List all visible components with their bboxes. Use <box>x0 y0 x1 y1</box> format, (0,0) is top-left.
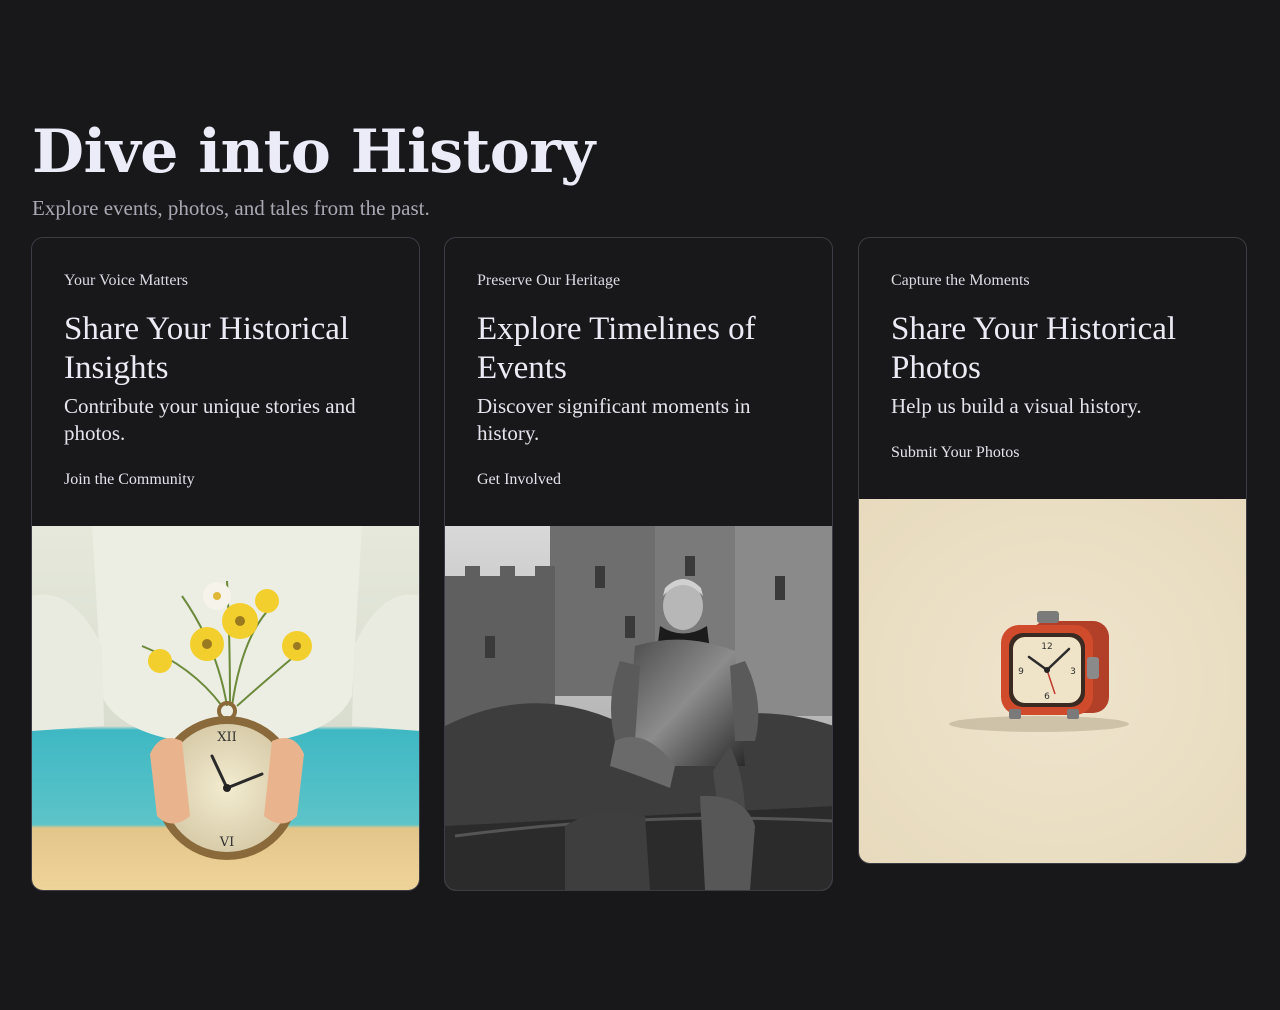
card-eyebrow: Your Voice Matters <box>64 272 189 289</box>
card-title: Share Your Historical Photos <box>891 311 1177 386</box>
svg-text:12: 12 <box>1041 642 1052 652</box>
svg-text:VI: VI <box>219 835 235 850</box>
card-description: Contribute your unique stories and photo… <box>64 394 356 445</box>
hero-section: Dive into History Explore events, photos… <box>32 112 1248 222</box>
join-community-link[interactable]: Join the Community <box>64 469 195 491</box>
card-title: Explore Timelines of Events <box>477 311 756 386</box>
card-eyebrow: Capture the Moments <box>891 272 1030 289</box>
cards-grid: Your Voice Matters Share Your Historical… <box>31 237 1249 891</box>
svg-text:9: 9 <box>1018 667 1024 677</box>
card-share-photos: Capture the Moments Share Your Historica… <box>858 237 1247 864</box>
svg-text:3: 3 <box>1070 667 1076 677</box>
red-clock-illustration: 12 3 6 9 <box>859 499 1246 863</box>
pocket-watch-flowers-image: XII III VI IX <box>32 526 419 890</box>
card-description: Discover significant moments in history. <box>477 394 751 445</box>
card-description: Help us build a visual history. <box>891 394 1142 418</box>
card-eyebrow: Preserve Our Heritage <box>477 272 621 289</box>
knight-castle-image <box>445 526 832 890</box>
submit-photos-link[interactable]: Submit Your Photos <box>891 442 1020 464</box>
get-involved-link[interactable]: Get Involved <box>477 469 561 491</box>
page-title: Dive into History <box>32 117 595 187</box>
card-content: Preserve Our Heritage Explore Timelines … <box>445 238 832 491</box>
card-explore-timelines: Preserve Our Heritage Explore Timelines … <box>444 237 833 891</box>
card-content: Capture the Moments Share Your Historica… <box>859 238 1246 464</box>
svg-text:XII: XII <box>217 730 237 745</box>
svg-text:6: 6 <box>1044 692 1050 702</box>
page-subtitle: Explore events, photos, and tales from t… <box>32 196 430 220</box>
card-title: Share Your Historical Insights <box>64 311 350 386</box>
card-share-insights: Your Voice Matters Share Your Historical… <box>31 237 420 891</box>
card-content: Your Voice Matters Share Your Historical… <box>32 238 419 491</box>
